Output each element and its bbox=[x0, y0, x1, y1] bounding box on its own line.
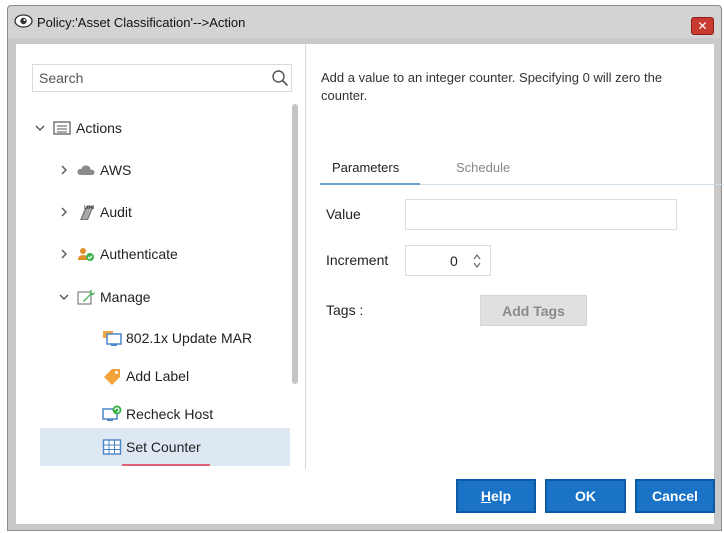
chevron-down-icon[interactable] bbox=[56, 289, 72, 305]
cloud-icon bbox=[77, 165, 95, 175]
increment-value: 0 bbox=[450, 253, 458, 269]
tree-scrollbar[interactable] bbox=[292, 104, 298, 384]
window-title: Policy:'Asset Classification'-->Action bbox=[37, 15, 246, 30]
chevron-right-icon[interactable] bbox=[56, 162, 72, 178]
help-button[interactable]: Help bbox=[456, 479, 536, 513]
tab-schedule[interactable]: Schedule bbox=[456, 160, 510, 175]
tag-icon bbox=[104, 369, 120, 385]
value-label: Value bbox=[326, 206, 361, 222]
tags-label: Tags : bbox=[326, 302, 364, 318]
search-box bbox=[32, 64, 292, 92]
tree-item-label: Audit bbox=[100, 204, 132, 220]
tree-item-label: Manage bbox=[100, 289, 151, 305]
eye-icon bbox=[14, 14, 33, 28]
user-check-icon bbox=[78, 248, 94, 261]
chevron-down-icon[interactable] bbox=[32, 120, 48, 136]
increment-stepper[interactable]: 0 bbox=[405, 245, 491, 276]
tree-item-label: Authenticate bbox=[100, 246, 178, 262]
counter-icon bbox=[102, 439, 122, 455]
tree-item-label: AWS bbox=[100, 162, 132, 178]
tree-item-set-counter[interactable]: Set Counter bbox=[40, 428, 290, 466]
increment-label: Increment bbox=[326, 252, 389, 268]
action-description: Add a value to an integer counter. Speci… bbox=[321, 70, 663, 103]
tree-item-label: Actions bbox=[76, 120, 122, 136]
active-tab-indicator bbox=[320, 183, 420, 185]
tree-item-manage[interactable]: Manage bbox=[56, 283, 151, 311]
ok-button[interactable]: OK bbox=[545, 479, 626, 513]
tree-item-audit[interactable]: LOG Audit bbox=[56, 198, 132, 226]
chevron-right-icon[interactable] bbox=[56, 246, 72, 262]
search-icon[interactable] bbox=[271, 69, 289, 87]
tab-parameters[interactable]: Parameters bbox=[332, 160, 399, 175]
list-icon bbox=[53, 121, 71, 135]
search-input[interactable] bbox=[39, 69, 254, 87]
tree-item-aws[interactable]: AWS bbox=[56, 156, 131, 184]
tree-item-recheck-host[interactable]: Recheck Host bbox=[102, 400, 213, 428]
tree-item-label: Recheck Host bbox=[126, 406, 214, 422]
tree-item-actions[interactable]: Actions bbox=[32, 114, 122, 142]
tree-item-add-label[interactable]: Add Label bbox=[102, 362, 189, 390]
spinner-arrows-icon[interactable] bbox=[471, 252, 483, 270]
recheck-host-icon bbox=[102, 405, 122, 421]
wrench-icon bbox=[77, 289, 95, 305]
close-icon: ✕ bbox=[697, 19, 708, 33]
tree-item-authenticate[interactable]: Authenticate bbox=[56, 240, 178, 268]
action-tree-panel: Actions AWS LOG Audit Authenticate bbox=[16, 44, 306, 469]
selection-underline bbox=[122, 464, 210, 466]
dialog-body: Actions AWS LOG Audit Authenticate bbox=[16, 44, 724, 524]
svg-text:LOG: LOG bbox=[84, 205, 95, 211]
tree-item-802-1x-update-mar[interactable]: 802.1x Update MAR bbox=[102, 324, 252, 352]
help-mnemonic: H bbox=[480, 488, 491, 504]
close-button[interactable]: ✕ bbox=[691, 17, 714, 35]
tree-item-label: 802.1x Update MAR bbox=[126, 330, 253, 346]
cancel-button[interactable]: Cancel bbox=[635, 479, 715, 513]
help-label: elp bbox=[490, 488, 512, 504]
title-bar: Policy:'Asset Classification'-->Action ✕ bbox=[8, 6, 721, 38]
monitor-icon bbox=[103, 331, 122, 346]
tree-item-label: Set Counter bbox=[126, 439, 201, 455]
chevron-right-icon[interactable] bbox=[56, 204, 72, 220]
add-tags-button[interactable]: Add Tags bbox=[480, 295, 587, 326]
value-field[interactable] bbox=[405, 199, 677, 230]
tree-item-label: Add Label bbox=[126, 368, 190, 384]
dialog-window: Policy:'Asset Classification'-->Action ✕… bbox=[7, 5, 724, 531]
log-icon: LOG bbox=[80, 205, 95, 220]
